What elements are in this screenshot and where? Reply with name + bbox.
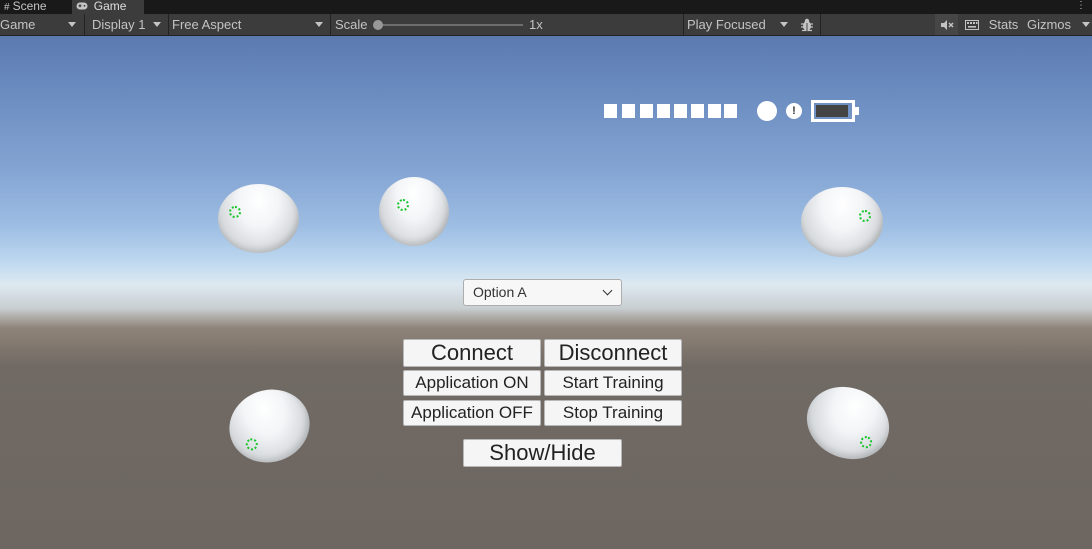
- chevron-down-icon: [602, 285, 613, 296]
- target-marker-icon: [244, 436, 260, 452]
- application-off-button[interactable]: Application OFF: [403, 400, 541, 426]
- option-dropdown-value: Option A: [473, 284, 527, 300]
- chevron-down-icon: [68, 22, 76, 27]
- battery-icon: [811, 100, 855, 122]
- target-marker-icon: [229, 206, 241, 218]
- target-marker-icon: [858, 434, 874, 451]
- tab-scene-label: Scene: [12, 0, 47, 13]
- keyboard-icon: [965, 20, 979, 30]
- keyboard-shortcuts-button[interactable]: [960, 14, 984, 35]
- play-mode-dropdown[interactable]: Play Focused: [687, 14, 794, 36]
- toolbar-divider: [820, 14, 821, 36]
- application-on-button[interactable]: Application ON: [403, 370, 541, 396]
- chevron-down-icon: [1082, 22, 1090, 27]
- toolbar-divider: [84, 14, 85, 36]
- game-toolbar: Game Display 1 Free Aspect Scale 1x Play…: [0, 14, 1092, 36]
- scale-slider-handle[interactable]: [373, 20, 383, 30]
- grid-icon: #: [4, 2, 10, 13]
- battery-tip: [855, 107, 859, 115]
- sphere-target: [218, 184, 299, 253]
- aspect-dropdown[interactable]: Free Aspect: [172, 14, 329, 36]
- signal-dot: [724, 104, 737, 118]
- show-hide-button[interactable]: Show/Hide: [463, 439, 622, 467]
- sphere-target: [795, 374, 901, 472]
- more-options-icon[interactable]: ⋮: [1076, 0, 1086, 12]
- mute-icon: [940, 20, 953, 30]
- signal-dot: [622, 104, 635, 118]
- play-mode-dropdown-label: Play Focused: [687, 17, 766, 32]
- target-marker-icon: [397, 199, 409, 211]
- scale-slider[interactable]: [378, 24, 523, 26]
- toolbar-divider: [330, 14, 331, 36]
- debug-button[interactable]: [795, 14, 819, 35]
- aspect-dropdown-label: Free Aspect: [172, 17, 242, 32]
- display-dropdown-label: Display 1: [92, 17, 146, 32]
- battery-level-fill: [816, 105, 848, 117]
- sphere-target: [801, 187, 883, 257]
- signal-dot: [640, 104, 653, 118]
- gizmos-dropdown[interactable]: [1078, 14, 1092, 36]
- game-view-dropdown[interactable]: Game: [0, 14, 82, 36]
- toolbar-divider: [683, 14, 684, 36]
- signal-dot: [708, 104, 721, 118]
- gizmos-button[interactable]: Gizmos: [1024, 14, 1074, 35]
- tab-game[interactable]: Game: [72, 0, 144, 14]
- stop-training-button[interactable]: Stop Training: [544, 400, 682, 426]
- sphere-target: [219, 379, 320, 473]
- chevron-down-icon: [780, 22, 788, 27]
- option-dropdown[interactable]: Option A: [463, 279, 622, 306]
- signal-dot: [674, 104, 687, 118]
- signal-dot: [657, 104, 670, 118]
- alert-icon: !: [786, 103, 802, 119]
- display-dropdown[interactable]: Display 1: [92, 14, 167, 36]
- signal-dot: [691, 104, 704, 118]
- chevron-down-icon: [153, 22, 161, 27]
- game-view-dropdown-label: Game: [0, 17, 36, 32]
- toolbar-divider: [168, 14, 169, 36]
- connection-status-icon: [757, 101, 777, 121]
- gamepad-icon: [76, 2, 91, 13]
- mute-audio-button[interactable]: [935, 14, 958, 35]
- editor-tab-strip: # Scene Game ⋮: [0, 0, 1092, 14]
- scale-value: 1x: [529, 17, 543, 32]
- scale-label: Scale: [335, 17, 368, 32]
- target-marker-icon: [859, 210, 871, 222]
- signal-dot: [604, 104, 617, 118]
- start-training-button[interactable]: Start Training: [544, 370, 682, 396]
- game-viewport[interactable]: ! Option A Connect Disconnect Applicatio…: [0, 36, 1092, 549]
- tab-scene[interactable]: # Scene: [0, 0, 68, 14]
- stats-button[interactable]: Stats: [986, 14, 1021, 35]
- bug-icon: [801, 18, 813, 32]
- disconnect-button[interactable]: Disconnect: [544, 339, 682, 367]
- tab-game-label: Game: [93, 0, 127, 13]
- connect-button[interactable]: Connect: [403, 339, 541, 367]
- sphere-target: [379, 177, 449, 246]
- chevron-down-icon: [315, 22, 323, 27]
